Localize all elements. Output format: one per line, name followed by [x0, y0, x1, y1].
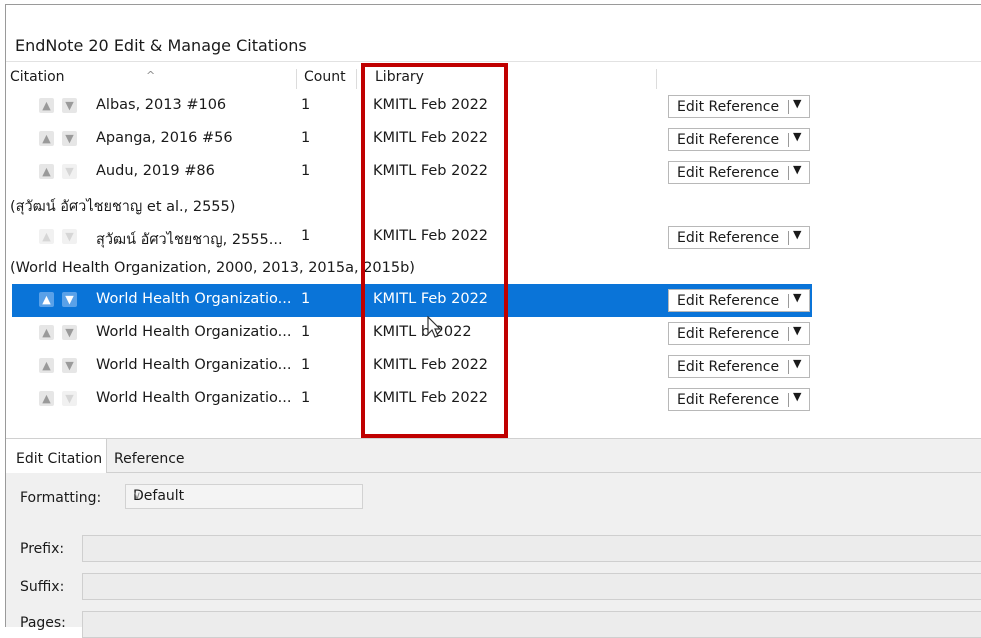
- edit-reference-label: Edit Reference: [677, 359, 780, 375]
- edit-reference-label: Edit Reference: [677, 326, 780, 342]
- suffix-label: Suffix:: [20, 579, 65, 595]
- edit-reference-button[interactable]: Edit Reference ▼: [668, 289, 810, 312]
- dropdown-icon[interactable]: ▼: [793, 291, 801, 304]
- button-divider: [788, 327, 789, 341]
- tab-edit-citation-label: Edit Citation: [16, 451, 103, 467]
- down-arrow-icon: ▼: [62, 391, 77, 406]
- panel-tabs: Edit Citation Reference: [6, 439, 981, 473]
- citation-group-header[interactable]: (World Health Organization, 2000, 2013, …: [10, 260, 415, 276]
- title-bar: EndNote 20 Edit & Manage Citations: [6, 5, 981, 62]
- button-divider: [788, 133, 789, 147]
- edit-reference-button[interactable]: Edit Reference ▼: [668, 95, 810, 118]
- citation-count: 1: [301, 97, 311, 113]
- citation-text: Albas, 2013 #106: [96, 97, 227, 113]
- column-separator[interactable]: [356, 69, 357, 89]
- button-divider: [788, 100, 789, 114]
- citation-text: สุวัฒน์ อัศวไชยชาญ, 2555...: [96, 232, 283, 248]
- button-divider: [788, 294, 789, 308]
- edit-reference-label: Edit Reference: [677, 230, 780, 246]
- edit-citation-panel: Edit Citation Reference Formatting: Defa…: [6, 438, 981, 638]
- down-arrow-icon[interactable]: ▼: [62, 131, 77, 146]
- citation-column-header[interactable]: Citation: [10, 69, 65, 85]
- citation-count: 1: [301, 357, 311, 373]
- dropdown-icon[interactable]: ▼: [793, 130, 801, 143]
- edit-reference-button[interactable]: Edit Reference ▼: [668, 355, 810, 378]
- edit-manage-citations-window: EndNote 20 Edit & Manage Citations Citat…: [5, 4, 981, 638]
- prefix-label: Prefix:: [20, 541, 65, 557]
- up-arrow-icon[interactable]: ▲: [39, 325, 54, 340]
- citation-count: 1: [301, 324, 311, 340]
- edit-reference-button[interactable]: Edit Reference ▼: [668, 128, 810, 151]
- citation-text: World Health Organizatio...: [96, 390, 292, 406]
- down-arrow-icon[interactable]: ▼: [62, 325, 77, 340]
- citation-group-header[interactable]: (สุวัฒน์ อัศวไชยชาญ et al., 2555): [10, 195, 235, 218]
- up-arrow-icon[interactable]: ▲: [39, 164, 54, 179]
- edit-reference-button[interactable]: Edit Reference ▼: [668, 226, 810, 249]
- citation-count: 1: [301, 163, 311, 179]
- dropdown-icon[interactable]: ▼: [793, 324, 801, 337]
- dropdown-icon[interactable]: ▼: [793, 357, 801, 370]
- formatting-select[interactable]: Default ∨: [125, 484, 363, 509]
- citation-text: Audu, 2019 #86: [96, 163, 215, 179]
- edit-reference-label: Edit Reference: [677, 132, 780, 148]
- library-column-highlight: [361, 63, 508, 438]
- edit-reference-label: Edit Reference: [677, 99, 780, 115]
- column-separator[interactable]: [296, 69, 297, 89]
- pages-field[interactable]: [82, 611, 981, 638]
- citation-text: World Health Organizatio...: [96, 324, 292, 340]
- tab-reference[interactable]: Reference: [114, 451, 185, 467]
- up-arrow-icon: ▲: [39, 292, 54, 307]
- up-arrow-icon[interactable]: ▲: [39, 98, 54, 113]
- down-arrow-icon[interactable]: ▼: [62, 98, 77, 113]
- down-arrow-icon: ▼: [62, 164, 77, 179]
- dropdown-icon[interactable]: ▼: [793, 163, 801, 176]
- dropdown-icon[interactable]: ▼: [793, 228, 801, 241]
- button-divider: [788, 166, 789, 180]
- up-arrow-icon: ▲: [39, 229, 54, 244]
- down-arrow-icon: ▼: [62, 229, 77, 244]
- edit-reference-button[interactable]: Edit Reference ▼: [668, 161, 810, 184]
- tab-edit-citation[interactable]: Edit Citation: [6, 439, 107, 473]
- citation-count: 1: [301, 291, 311, 307]
- edit-reference-label: Edit Reference: [677, 165, 780, 181]
- dropdown-icon[interactable]: ▼: [793, 390, 801, 403]
- window-title: EndNote 20 Edit & Manage Citations: [15, 36, 307, 55]
- citation-count: 1: [301, 130, 311, 146]
- count-column-header[interactable]: Count: [304, 69, 346, 85]
- up-arrow-icon[interactable]: ▲: [39, 131, 54, 146]
- pages-label: Pages:: [20, 615, 66, 631]
- chevron-down-icon: ∨: [133, 489, 142, 502]
- down-arrow-icon[interactable]: ▼: [62, 292, 77, 307]
- citation-text: World Health Organizatio...: [96, 357, 292, 373]
- button-divider: [788, 231, 789, 245]
- citation-text: World Health Organizatio...: [96, 291, 292, 307]
- citation-count: 1: [301, 228, 311, 244]
- citation-count: 1: [301, 390, 311, 406]
- edit-reference-label: Edit Reference: [677, 293, 780, 309]
- column-separator[interactable]: [656, 69, 657, 89]
- down-arrow-icon[interactable]: ▼: [62, 358, 77, 373]
- edit-reference-button[interactable]: Edit Reference ▼: [668, 322, 810, 345]
- citation-text: Apanga, 2016 #56: [96, 130, 233, 146]
- prefix-field[interactable]: [82, 535, 981, 562]
- button-divider: [788, 393, 789, 407]
- formatting-label: Formatting:: [20, 490, 102, 506]
- suffix-field[interactable]: [82, 573, 981, 600]
- up-arrow-icon[interactable]: ▲: [39, 391, 54, 406]
- edit-reference-button[interactable]: Edit Reference ▼: [668, 388, 810, 411]
- button-divider: [788, 360, 789, 374]
- edit-reference-label: Edit Reference: [677, 392, 780, 408]
- sort-ascending-icon: ^: [146, 69, 156, 82]
- up-arrow-icon[interactable]: ▲: [39, 358, 54, 373]
- dropdown-icon[interactable]: ▼: [793, 97, 801, 110]
